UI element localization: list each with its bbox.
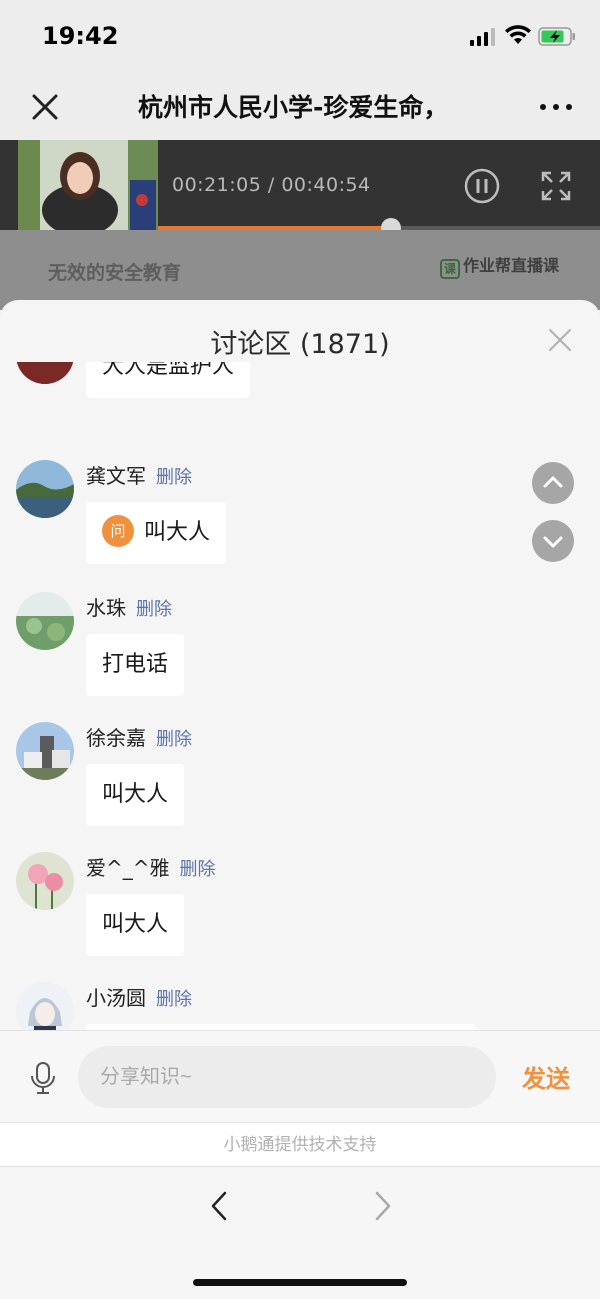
avatar[interactable] xyxy=(16,722,74,780)
browser-bottom-nav xyxy=(0,1166,600,1299)
discussion-panel: 讨论区 (1871) 大人是监护人 龚文军删除 问叫大人 水珠删除 打电话 xyxy=(0,300,600,1299)
message-bubble[interactable]: 叫大人 xyxy=(86,894,185,956)
home-indicator xyxy=(193,1279,407,1286)
dimmed-background[interactable]: 无效的安全教育 课作业帮直播课 xyxy=(0,230,600,310)
scroll-down-button[interactable] xyxy=(532,520,574,562)
status-bar: 19:42 xyxy=(0,0,600,74)
page-title: 杭州市人民小学-珍爱生命， xyxy=(138,93,449,122)
delete-link[interactable]: 删除 xyxy=(156,729,192,750)
forward-arrow-icon[interactable] xyxy=(370,1189,396,1223)
delete-link[interactable]: 删除 xyxy=(156,989,192,1010)
avatar[interactable] xyxy=(16,852,74,910)
pause-icon[interactable] xyxy=(464,168,500,204)
question-badge: 问 xyxy=(102,515,134,547)
discussion-title: 讨论区 (1871) xyxy=(210,329,390,360)
user-name: 龚文军 删除 xyxy=(86,464,192,488)
video-caption: 无效的安全教育 xyxy=(48,262,182,284)
back-arrow-icon[interactable] xyxy=(206,1189,232,1223)
delete-link[interactable]: 删除 xyxy=(180,859,216,880)
message-bubble[interactable]: 问叫大人 xyxy=(86,502,227,564)
close-icon[interactable] xyxy=(30,92,60,122)
message-bubble[interactable]: 大人是监护人 xyxy=(86,362,251,398)
chevron-up-icon xyxy=(543,476,563,488)
brand-tag: 课作业帮直播课 xyxy=(440,252,559,279)
comment-input[interactable] xyxy=(78,1046,496,1108)
comment-input-bar: 发送 xyxy=(0,1030,600,1120)
chevron-down-icon xyxy=(543,536,563,548)
message-bubble[interactable]: 叫大人 xyxy=(86,764,185,826)
microphone-icon[interactable] xyxy=(30,1061,56,1095)
scroll-up-button[interactable] xyxy=(532,462,574,504)
message-bubble[interactable]: 打电话 xyxy=(86,634,185,696)
user-name: 徐余嘉 删除 xyxy=(86,726,192,750)
status-time: 19:42 xyxy=(42,22,119,50)
send-button[interactable]: 发送 xyxy=(522,1059,570,1094)
avatar[interactable] xyxy=(16,460,74,518)
fullscreen-icon[interactable] xyxy=(540,170,572,202)
avatar[interactable] xyxy=(16,982,74,1030)
user-name: 水珠 删除 xyxy=(86,596,172,620)
video-player[interactable]: 00:21:05 / 00:40:54 xyxy=(0,140,600,230)
more-options-icon[interactable] xyxy=(538,102,574,112)
close-panel-icon[interactable] xyxy=(548,328,572,352)
avatar[interactable] xyxy=(16,592,74,650)
wifi-icon xyxy=(505,25,531,44)
avatar[interactable] xyxy=(16,362,74,384)
brand-label: 作业帮直播课 xyxy=(463,256,560,275)
delete-link[interactable]: 删除 xyxy=(156,467,192,488)
battery-charging-icon xyxy=(538,27,575,46)
cellular-signal-icon xyxy=(470,28,496,46)
user-name: 爱^_^雅 删除 xyxy=(86,856,216,880)
navigation-bar: 杭州市人民小学-珍爱生命， xyxy=(0,74,600,140)
delete-link[interactable]: 删除 xyxy=(136,599,172,620)
video-thumbnail xyxy=(18,140,158,230)
message-list[interactable]: 大人是监护人 龚文军删除 问叫大人 水珠删除 打电话 徐余嘉删除 叫大人 xyxy=(0,362,600,1030)
tech-support-footer: 小鹅通提供技术支持 xyxy=(0,1122,600,1166)
brand-logo-icon: 课 xyxy=(440,259,460,279)
video-time-display: 00:21:05 / 00:40:54 xyxy=(172,174,371,196)
user-name: 小汤圆 删除 xyxy=(86,986,192,1010)
